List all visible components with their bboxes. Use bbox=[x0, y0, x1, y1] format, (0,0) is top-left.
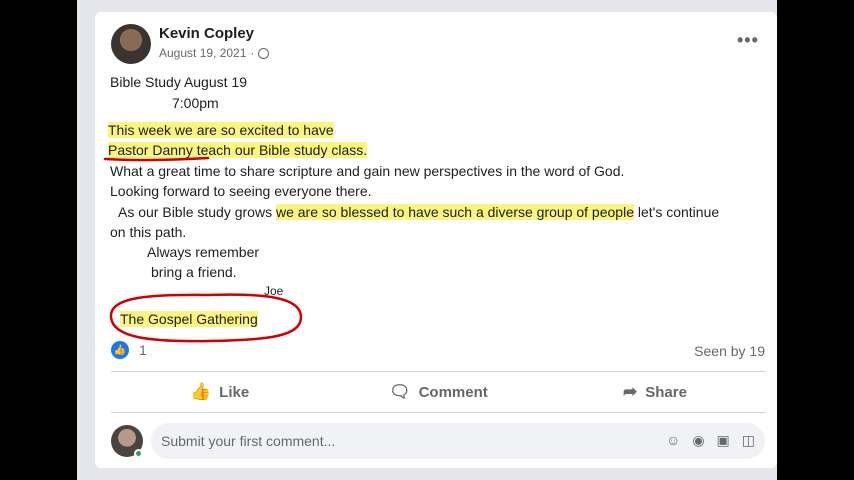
comment-icon: 🗨 bbox=[389, 382, 411, 401]
author-avatar[interactable] bbox=[111, 24, 151, 64]
post-line-8: on this path. bbox=[110, 224, 187, 240]
thumbs-up-icon: 👍 bbox=[190, 382, 212, 401]
divider-top bbox=[111, 371, 765, 372]
like-reaction-icon: 👍 bbox=[111, 341, 129, 359]
post-group-name: The Gospel Gathering bbox=[120, 311, 258, 327]
more-icon[interactable]: ••• bbox=[737, 30, 759, 51]
share-label: Share bbox=[645, 383, 687, 401]
camera-icon[interactable]: ◉ bbox=[692, 432, 704, 449]
online-status-dot bbox=[134, 449, 143, 458]
post-meta: August 19, 2021 · bbox=[159, 46, 270, 60]
post-line-5: What a great time to share scripture and… bbox=[110, 163, 625, 179]
sticker-icon[interactable]: ◫ bbox=[742, 432, 755, 449]
seen-by-count[interactable]: Seen by 19 bbox=[694, 343, 765, 359]
comment-button[interactable]: 🗨 Comment bbox=[389, 382, 488, 402]
comment-label: Comment bbox=[418, 383, 488, 401]
globe-icon bbox=[258, 47, 270, 59]
post-line-7-start: As our Bible study grows bbox=[118, 204, 276, 220]
reaction-count: 1 bbox=[139, 342, 147, 358]
comment-input[interactable]: Submit your first comment... ☺ ◉ ▣ ◫ bbox=[151, 423, 765, 459]
divider-bottom bbox=[111, 412, 765, 413]
post-line-9: Always remember bbox=[147, 244, 260, 260]
post-date[interactable]: August 19, 2021 bbox=[159, 46, 246, 60]
post-line-1: Bible Study August 19 bbox=[110, 74, 247, 90]
like-label: Like bbox=[219, 383, 250, 401]
share-button[interactable]: ➦ Share bbox=[623, 382, 687, 402]
post-line-3: This week we are so excited to have bbox=[108, 122, 334, 138]
reaction-summary[interactable]: 👍 1 bbox=[111, 341, 147, 359]
comment-placeholder: Submit your first comment... bbox=[161, 433, 336, 449]
like-button[interactable]: 👍 Like bbox=[190, 382, 249, 402]
emoji-icon[interactable]: ☺ bbox=[666, 432, 680, 449]
post-line-7-highlight: we are so blessed to have such a diverse… bbox=[275, 204, 634, 220]
gif-icon[interactable]: ▣ bbox=[717, 432, 730, 449]
post-line-4: Pastor Danny teach our Bible study class… bbox=[108, 142, 368, 158]
meta-separator: · bbox=[250, 46, 255, 60]
post-line-7-end: let's continue bbox=[633, 204, 720, 220]
post-line-6: Looking forward to seeing everyone there… bbox=[110, 183, 372, 199]
post-line-10: bring a friend. bbox=[151, 264, 237, 280]
post-line-2: 7:00pm bbox=[172, 95, 219, 111]
post-line-7: As our Bible study grows we are so bless… bbox=[118, 204, 719, 220]
author-name[interactable]: Kevin Copley bbox=[159, 25, 254, 42]
comment-tools: ☺ ◉ ▣ ◫ bbox=[666, 432, 755, 449]
share-icon: ➦ bbox=[623, 382, 638, 401]
post-signature: Joe bbox=[264, 284, 284, 295]
